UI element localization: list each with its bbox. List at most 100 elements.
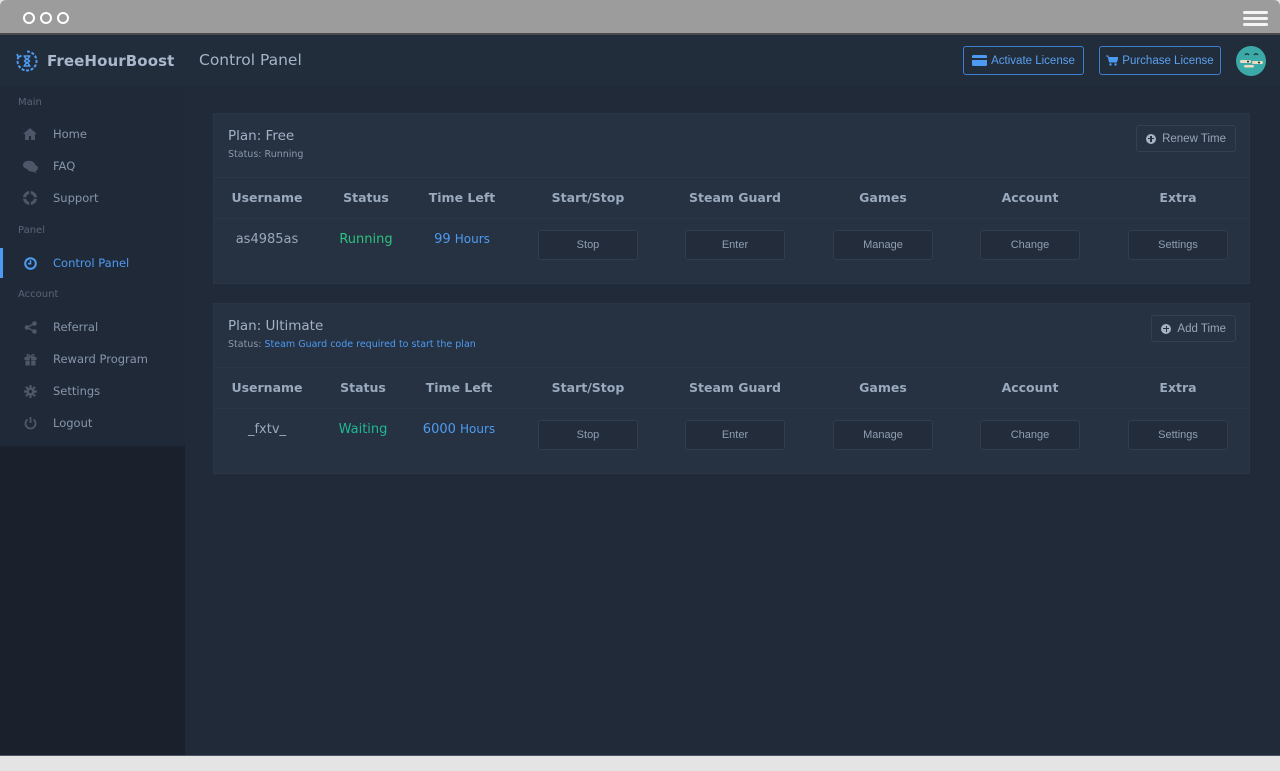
column-header-extra: Extra — [1159, 190, 1197, 205]
manage-games-button[interactable]: Manage — [833, 420, 933, 450]
activate-license-label: Activate License — [991, 54, 1075, 67]
time-left-unit: Hours — [460, 422, 496, 436]
sidebar-item-label: Logout — [53, 416, 93, 430]
manage-games-button[interactable]: Manage — [833, 230, 933, 260]
time-left-value: 6000 — [422, 422, 456, 437]
page-title: Control Panel — [199, 51, 302, 69]
column-header-start-stop: Start/Stop — [551, 380, 625, 395]
sidebar-section-panel: Panel — [18, 225, 45, 236]
sidebar-item-support[interactable]: Support — [0, 183, 185, 213]
avatar[interactable] — [1236, 46, 1266, 76]
column-header-time-left: Time Left — [425, 380, 493, 395]
column-header-account: Account — [1001, 380, 1059, 395]
brand[interactable]: FreeHourBoost — [0, 35, 185, 86]
time-left-unit: Hours — [454, 232, 490, 246]
window-controls — [23, 12, 69, 24]
plan-status: Status: Running — [228, 149, 303, 160]
column-header-start-stop: Start/Stop — [551, 190, 625, 205]
sidebar-item-settings[interactable]: Settings — [0, 376, 185, 406]
table-row: as4985as Running 99 Hours Stop Enter Man… — [214, 219, 1249, 283]
change-account-button[interactable]: Change — [980, 230, 1080, 260]
time-left-cell: 6000 Hours — [394, 422, 524, 437]
window-dot-minimize[interactable] — [40, 12, 52, 24]
add-time-button[interactable]: Add Time — [1151, 315, 1236, 342]
sidebar-item-label: Support — [53, 191, 99, 205]
chat-bubbles-icon — [22, 158, 38, 174]
sidebar-menu: Main Home FAQ Support Panel Control Pane… — [0, 86, 185, 446]
sidebar-item-referral[interactable]: Referral — [0, 312, 185, 342]
sidebar-item-label: Control Panel — [53, 256, 130, 270]
sidebar-section-account: Account — [18, 289, 59, 300]
clock-icon — [22, 255, 38, 271]
cart-icon — [1106, 55, 1119, 66]
sidebar-item-reward-program[interactable]: Reward Program — [0, 344, 185, 374]
time-left-cell: 99 Hours — [397, 232, 527, 247]
home-icon — [22, 126, 38, 142]
hamburger-icon[interactable] — [1243, 11, 1268, 26]
stop-button[interactable]: Stop — [538, 230, 638, 260]
main-content: Plan: Free Status: Running Renew Time Us… — [185, 86, 1280, 755]
purchase-license-button[interactable]: Purchase License — [1099, 46, 1221, 75]
sidebar-item-label: Referral — [53, 320, 99, 334]
gift-icon — [22, 351, 38, 367]
plan-status-label: Status: — [228, 149, 262, 160]
sidebar-item-label: Settings — [53, 384, 101, 398]
sidebar-item-faq[interactable]: FAQ — [0, 151, 185, 181]
window-dot-maximize[interactable] — [57, 12, 69, 24]
extra-settings-button[interactable]: Settings — [1128, 230, 1228, 260]
browser-chrome — [0, 0, 1280, 35]
sidebar-item-control-panel[interactable]: Control Panel — [0, 248, 185, 278]
plan-status-value: Running — [264, 149, 304, 160]
credit-card-icon — [972, 55, 988, 66]
column-header-time-left: Time Left — [428, 190, 496, 205]
renew-time-button[interactable]: Renew Time — [1136, 125, 1236, 152]
app: FreeHourBoost Control Panel Activate Lic… — [0, 35, 1280, 755]
steam-guard-enter-button[interactable]: Enter — [685, 420, 785, 450]
sidebar-item-label: Home — [53, 127, 87, 141]
top-bar: FreeHourBoost Control Panel Activate Lic… — [0, 35, 1280, 86]
table-header: Username Status Time Left Start/Stop Ste… — [214, 368, 1249, 409]
life-ring-icon — [22, 190, 38, 206]
brand-name: FreeHourBoost — [47, 51, 175, 70]
plan-status-label: Status: — [228, 339, 262, 350]
plan-card-header: Plan: Ultimate Status: Steam Guard code … — [214, 304, 1249, 368]
steam-guard-enter-button[interactable]: Enter — [685, 230, 785, 260]
gear-icon — [22, 383, 38, 399]
extra-settings-button[interactable]: Settings — [1128, 420, 1228, 450]
avatar-face-icon — [1240, 53, 1263, 68]
renew-time-label: Renew Time — [1162, 132, 1226, 145]
column-header-steam-guard: Steam Guard — [689, 190, 781, 205]
plan-status-value: Steam Guard code required to start the p… — [264, 339, 476, 350]
hourglass-refresh-icon — [16, 50, 38, 71]
sidebar-section-main: Main — [18, 97, 42, 108]
sidebar-item-logout[interactable]: Logout — [0, 408, 185, 438]
column-header-extra: Extra — [1159, 380, 1197, 395]
time-left-value: 99 — [434, 232, 451, 247]
browser-bottom-bar — [0, 755, 1280, 771]
column-header-account: Account — [1001, 190, 1059, 205]
plan-title: Plan: Ultimate — [228, 318, 324, 334]
sidebar-item-home[interactable]: Home — [0, 119, 185, 149]
table-header: Username Status Time Left Start/Stop Ste… — [214, 178, 1249, 219]
plan-status: Status: Steam Guard code required to sta… — [228, 339, 476, 350]
plan-card-free: Plan: Free Status: Running Renew Time Us… — [213, 113, 1250, 284]
share-icon — [22, 319, 38, 335]
column-header-games: Games — [859, 190, 907, 205]
plan-card-ultimate: Plan: Ultimate Status: Steam Guard code … — [213, 303, 1250, 474]
table-row: _fxtv_ Waiting 6000 Hours Stop Enter Man… — [214, 409, 1249, 473]
window-dot-close[interactable] — [23, 12, 35, 24]
plan-title: Plan: Free — [228, 128, 295, 144]
power-icon — [22, 415, 38, 431]
plus-circle-icon — [1146, 133, 1157, 144]
plan-card-header: Plan: Free Status: Running Renew Time — [214, 114, 1249, 178]
column-header-games: Games — [859, 380, 907, 395]
stop-button[interactable]: Stop — [538, 420, 638, 450]
plus-circle-icon — [1161, 323, 1172, 334]
change-account-button[interactable]: Change — [980, 420, 1080, 450]
sidebar-item-label: Reward Program — [53, 352, 149, 366]
sidebar: Main Home FAQ Support Panel Control Pane… — [0, 86, 185, 755]
purchase-license-label: Purchase License — [1122, 54, 1214, 67]
add-time-label: Add Time — [1177, 322, 1226, 335]
activate-license-button[interactable]: Activate License — [963, 46, 1084, 75]
sidebar-item-label: FAQ — [53, 159, 76, 173]
